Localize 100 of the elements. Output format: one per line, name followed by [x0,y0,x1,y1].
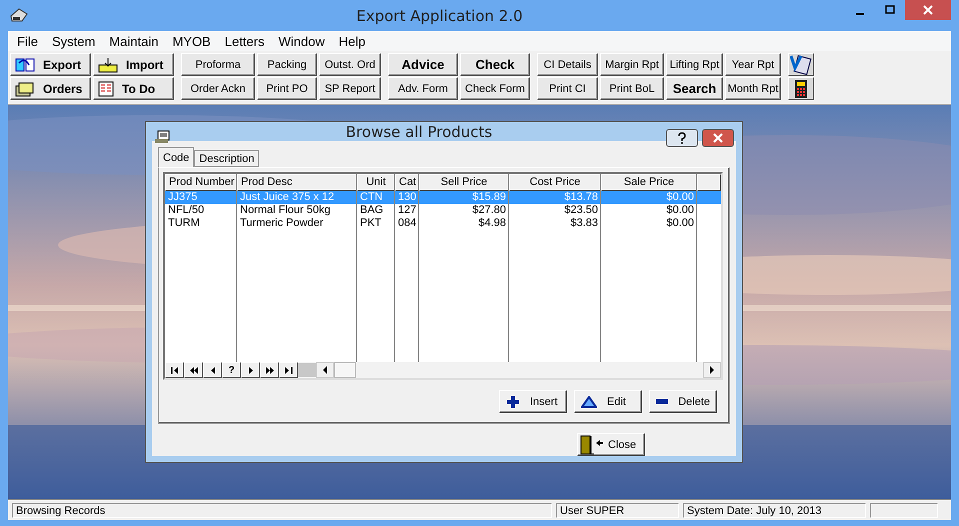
table-row[interactable]: NFL/50 Normal Flour 50kg BAG 127 $27.80 $23.50 $0.00 [165,204,721,217]
horizontal-scrollbar[interactable] [316,362,721,378]
status-pane: System Date: July 10, 2013 [683,502,866,518]
toolbar-button[interactable]: Proforma [181,53,255,76]
close-button[interactable] [702,129,734,147]
left-arrow-icon [322,366,328,374]
scrollbar-thumb[interactable] [334,362,356,378]
navigator-spacer [298,363,316,377]
toolbar-button[interactable]: Orders [10,77,91,100]
column-header[interactable]: Prod Number [165,174,237,191]
toolbar-button[interactable]: Check Form [460,77,530,100]
table-cell-text: CTN [359,191,384,204]
close-button[interactable] [905,0,951,20]
column-header[interactable]: Prod Desc [237,174,357,191]
toolbar-button[interactable]: CI Details [537,53,598,76]
table-cell-text: $15.89 [471,191,507,204]
folders-icon [15,80,35,96]
table-cell-text: NFL/50 [167,204,206,217]
plus-icon [506,394,520,408]
scroll-left-button[interactable] [316,362,334,378]
table-cell-text: 127 [397,204,418,217]
column-header[interactable]: Cost Price [509,174,601,191]
triangle-icon [581,396,597,408]
menu-item[interactable]: System [44,34,102,48]
table-row[interactable]: TURM Turmeric Powder PKT 084 $4.98 $3.83 $0.00 [165,217,721,230]
door-icon [580,434,604,454]
toolbar-button[interactable]: Print BoL [600,77,664,100]
toolbar-button[interactable]: SP Report [319,77,381,100]
toolbar-button[interactable]: Advice [388,53,458,76]
column-header[interactable]: Unit [357,174,395,191]
toolbar-button[interactable]: Export [10,53,91,76]
table-cell-text: PKT [359,217,382,230]
menu-item[interactable]: MYOB [165,34,218,48]
tab[interactable]: Code [158,147,194,167]
window-title: Export Application 2.0 [355,6,524,24]
toolbar-button[interactable]: Print PO [257,77,317,100]
menu-item[interactable]: File [10,34,45,48]
toolbar-button[interactable]: Adv. Form [388,77,458,100]
navigator-button[interactable] [260,362,279,378]
toolbar-button[interactable]: Outst. Ord [319,53,381,76]
last-record-icon [284,364,294,376]
status-pane: Browsing Records [12,502,552,518]
toolbar-button[interactable]: Order Ackn [181,77,255,100]
navigator-button[interactable] [184,362,203,378]
scroll-right-button[interactable] [703,362,721,378]
close-icon [923,5,933,15]
table-cell-text: BAG [359,204,384,217]
toolbar-button[interactable]: Check [460,53,530,76]
table-cell-text: $3.83 [569,217,599,230]
close-dialog-button[interactable]: Close [577,433,645,456]
navigator-button[interactable] [203,362,222,378]
table-cell-text: Just Juice 375 x 12 [239,191,336,204]
menu-item[interactable]: Window [271,34,332,48]
table-cell-text: $4.98 [477,217,507,230]
navigator-button[interactable] [165,362,184,378]
navigator-button[interactable] [241,362,260,378]
toolbar-button[interactable]: To Do [93,77,174,100]
toolbar-button[interactable]: Lifting Rpt [666,53,723,76]
navigator-button[interactable] [279,362,298,378]
minus-icon [656,398,668,404]
toolbar-button[interactable]: Import [93,53,174,76]
table-cell-text: Normal Flour 50kg [239,204,332,217]
toolbar-button[interactable] [788,77,814,100]
toolbar-button[interactable] [788,53,814,76]
export-icon [15,56,35,72]
action-button[interactable]: Insert [499,390,567,413]
toolbar-button[interactable]: Print CI [537,77,598,100]
document-icon [790,54,812,75]
menu-item[interactable]: Letters [218,34,272,48]
double-right-icon [264,364,274,376]
action-button[interactable]: Delete [649,390,717,413]
table-cell-text: $13.78 [563,191,599,204]
table-cell-text: Turmeric Powder [239,217,324,230]
action-button[interactable]: Edit [574,390,642,413]
toolbar-button[interactable]: Month Rpt [725,77,781,100]
toolbar-button[interactable]: Margin Rpt [600,53,664,76]
status-pane [870,502,938,518]
double-left-icon [188,364,198,376]
minimize-icon [856,13,864,15]
table-cell-text: $27.80 [471,204,507,217]
list-icon [98,80,114,96]
column-header[interactable]: Sell Price [419,174,509,191]
column-header[interactable]: Cat [395,174,419,191]
close-icon [713,133,723,143]
table-cell-text: 084 [397,217,418,230]
help-button[interactable] [666,129,698,147]
menu-item[interactable]: Help [332,34,372,48]
navigator-button[interactable]: ? [222,362,241,378]
toolbar-button[interactable]: Packing [257,53,317,76]
right-arrow-icon [709,366,715,374]
toolbar-button[interactable]: Year Rpt [725,53,781,76]
toolbar-button[interactable]: Search [666,77,723,100]
tab[interactable]: Description [194,150,260,167]
app-icon [10,8,28,22]
menu-item[interactable]: Maintain [102,34,166,48]
column-header[interactable]: Sale Price [601,174,697,191]
calculator-icon [794,78,808,98]
table-cell-text: $0.00 [665,191,695,204]
tray-icon [98,56,118,72]
help-icon [677,132,687,144]
